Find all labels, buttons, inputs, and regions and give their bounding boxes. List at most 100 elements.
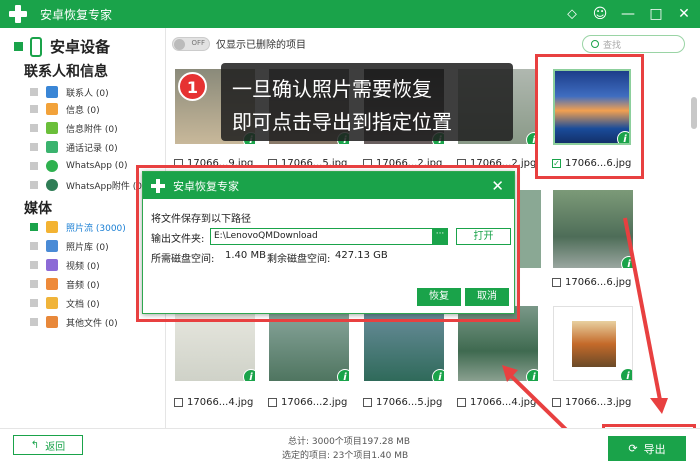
audio-icon bbox=[46, 278, 58, 290]
app-title: 安卓恢复专家 bbox=[40, 7, 113, 22]
photo-caption[interactable]: 17066...2.jpg bbox=[268, 397, 347, 408]
phone-icon bbox=[30, 36, 42, 57]
info-icon[interactable]: i bbox=[337, 369, 349, 381]
checkbox[interactable] bbox=[30, 242, 38, 250]
scrollbar-thumb[interactable] bbox=[691, 97, 697, 129]
info-icon[interactable]: i bbox=[621, 256, 633, 268]
sidebar-item-photo-library[interactable]: 照片库 (0) bbox=[30, 238, 109, 254]
toggle-state: OFF bbox=[191, 38, 205, 47]
back-arrow-icon: ↰ bbox=[30, 439, 40, 451]
file-name: 17066...6.jpg bbox=[565, 277, 632, 288]
checkbox[interactable] bbox=[30, 223, 38, 231]
device-checkbox[interactable] bbox=[14, 42, 23, 51]
total-summary: 总计: 3000个项目197.28 MB bbox=[288, 437, 411, 447]
file-name: 17066...5.jpg bbox=[376, 397, 443, 408]
photo-checkbox[interactable] bbox=[174, 398, 183, 407]
group-media-title: 媒体 bbox=[24, 201, 52, 217]
sidebar-item-audio[interactable]: 音频 (0) bbox=[30, 276, 100, 292]
checkbox[interactable] bbox=[30, 318, 38, 326]
info-icon[interactable]: i bbox=[432, 369, 444, 381]
footer: ↰ 返回 总计: 3000个项目197.28 MB 选定的项目: 23个项目1.4… bbox=[0, 428, 700, 466]
file-name: 17066...3.jpg bbox=[565, 397, 632, 408]
back-button[interactable]: ↰ 返回 bbox=[13, 435, 83, 455]
info-icon[interactable]: i bbox=[620, 368, 632, 380]
checkbox[interactable] bbox=[30, 261, 38, 269]
feedback-icon[interactable]: ☺ bbox=[590, 4, 610, 24]
sidebar-item-documents[interactable]: 文档 (0) bbox=[30, 295, 100, 311]
group-contacts-title: 联系人和信息 bbox=[24, 64, 108, 80]
device-label: 安卓设备 bbox=[50, 38, 111, 56]
sidebar-item-label: 照片流 (3000) bbox=[66, 223, 126, 234]
sidebar-item-label: WhatsApp附件 (0) bbox=[66, 181, 146, 192]
search-icon bbox=[591, 40, 599, 48]
file-name: 17066...4.jpg bbox=[187, 397, 254, 408]
minimize-button[interactable]: — bbox=[618, 4, 638, 24]
photo-checkbox[interactable] bbox=[457, 398, 466, 407]
sidebar-item-contacts[interactable]: 联系人 (0) bbox=[30, 84, 109, 100]
export-button[interactable]: ⟳ 导出 bbox=[608, 436, 686, 461]
close-button[interactable]: ✕ bbox=[674, 4, 694, 24]
device-row[interactable]: 安卓设备 bbox=[14, 36, 110, 57]
photo-caption[interactable]: 17066...6.jpg bbox=[552, 277, 631, 288]
photo-thumbnail[interactable]: i bbox=[553, 190, 633, 268]
photo-checkbox[interactable] bbox=[552, 278, 561, 287]
sidebar-item-label: 视频 (0) bbox=[66, 261, 100, 272]
toggle-label: 仅显示已删除的项目 bbox=[216, 40, 306, 51]
video-icon bbox=[46, 259, 58, 271]
photo-checkbox[interactable] bbox=[552, 398, 561, 407]
photo-thumbnail[interactable]: i bbox=[553, 306, 633, 381]
sidebar-item-whatsapp-attachments[interactable]: WhatsApp附件 (0) bbox=[30, 177, 146, 193]
sidebar-item-messages[interactable]: 信息 (0) bbox=[30, 101, 100, 117]
file-name: 17066...4.jpg bbox=[470, 397, 537, 408]
photo-caption[interactable]: 17066...4.jpg bbox=[457, 397, 536, 408]
info-icon[interactable]: i bbox=[526, 369, 538, 381]
sidebar-item-whatsapp[interactable]: WhatsApp (0) bbox=[30, 158, 128, 174]
photo-caption[interactable]: 17066...3.jpg bbox=[552, 397, 631, 408]
sidebar-item-label: 信息 (0) bbox=[66, 105, 100, 116]
deleted-only-toggle[interactable]: OFF bbox=[172, 36, 210, 51]
photo-caption[interactable]: 17066...5.jpg bbox=[363, 397, 442, 408]
checkbox[interactable] bbox=[30, 88, 38, 96]
photo-checkbox[interactable] bbox=[363, 398, 372, 407]
toggle-knob bbox=[174, 38, 185, 50]
sidebar-item-label: 信息附件 (0) bbox=[66, 124, 118, 135]
checkbox[interactable] bbox=[30, 162, 38, 170]
checkbox[interactable] bbox=[30, 299, 38, 307]
step-badge: 1 bbox=[178, 72, 207, 101]
info-icon[interactable]: i bbox=[243, 369, 255, 381]
app-logo-icon bbox=[8, 4, 28, 24]
whatsapp-icon bbox=[46, 160, 58, 172]
checkbox[interactable] bbox=[30, 181, 38, 189]
checkbox[interactable] bbox=[30, 105, 38, 113]
star-icon bbox=[46, 221, 58, 233]
sidebar-item-video[interactable]: 视频 (0) bbox=[30, 257, 100, 273]
checkbox[interactable] bbox=[30, 280, 38, 288]
export-label: 导出 bbox=[643, 442, 666, 456]
sidebar-item-label: 音频 (0) bbox=[66, 280, 100, 291]
checkbox[interactable] bbox=[30, 143, 38, 151]
wifi-icon[interactable]: ⬦ bbox=[562, 4, 582, 24]
back-label: 返回 bbox=[45, 441, 66, 453]
sidebar-item-label: 通话记录 (0) bbox=[66, 143, 118, 154]
sidebar-item-message-attachments[interactable]: 信息附件 (0) bbox=[30, 120, 118, 136]
photo-caption[interactable]: 17066...4.jpg bbox=[174, 397, 253, 408]
deleted-only-toggle-row: OFF 仅显示已删除的项目 bbox=[172, 36, 306, 51]
sidebar-item-photo-stream[interactable]: 照片流 (3000) bbox=[30, 219, 126, 235]
search-input[interactable]: 查找 bbox=[582, 35, 685, 53]
photo-thumbnail[interactable] bbox=[519, 190, 541, 268]
arrow-head bbox=[650, 398, 668, 414]
file-name: 17066...2.jpg bbox=[281, 397, 348, 408]
whatsapp-attachment-icon bbox=[46, 179, 58, 191]
photo-checkbox[interactable] bbox=[268, 398, 277, 407]
checkbox[interactable] bbox=[30, 124, 38, 132]
sidebar-item-other-files[interactable]: 其他文件 (0) bbox=[30, 314, 118, 330]
autumn-tree-image bbox=[572, 321, 616, 367]
folder-icon bbox=[46, 297, 58, 309]
sidebar-item-call-log[interactable]: 通话记录 (0) bbox=[30, 139, 118, 155]
maximize-button[interactable]: □ bbox=[646, 4, 666, 24]
messages-icon bbox=[46, 103, 58, 115]
highlight-selected-photo bbox=[535, 54, 644, 179]
image-icon bbox=[46, 240, 58, 252]
sidebar-item-label: WhatsApp (0) bbox=[66, 161, 128, 171]
tip-line-1: 一旦确认照片需要恢复 bbox=[232, 77, 432, 101]
